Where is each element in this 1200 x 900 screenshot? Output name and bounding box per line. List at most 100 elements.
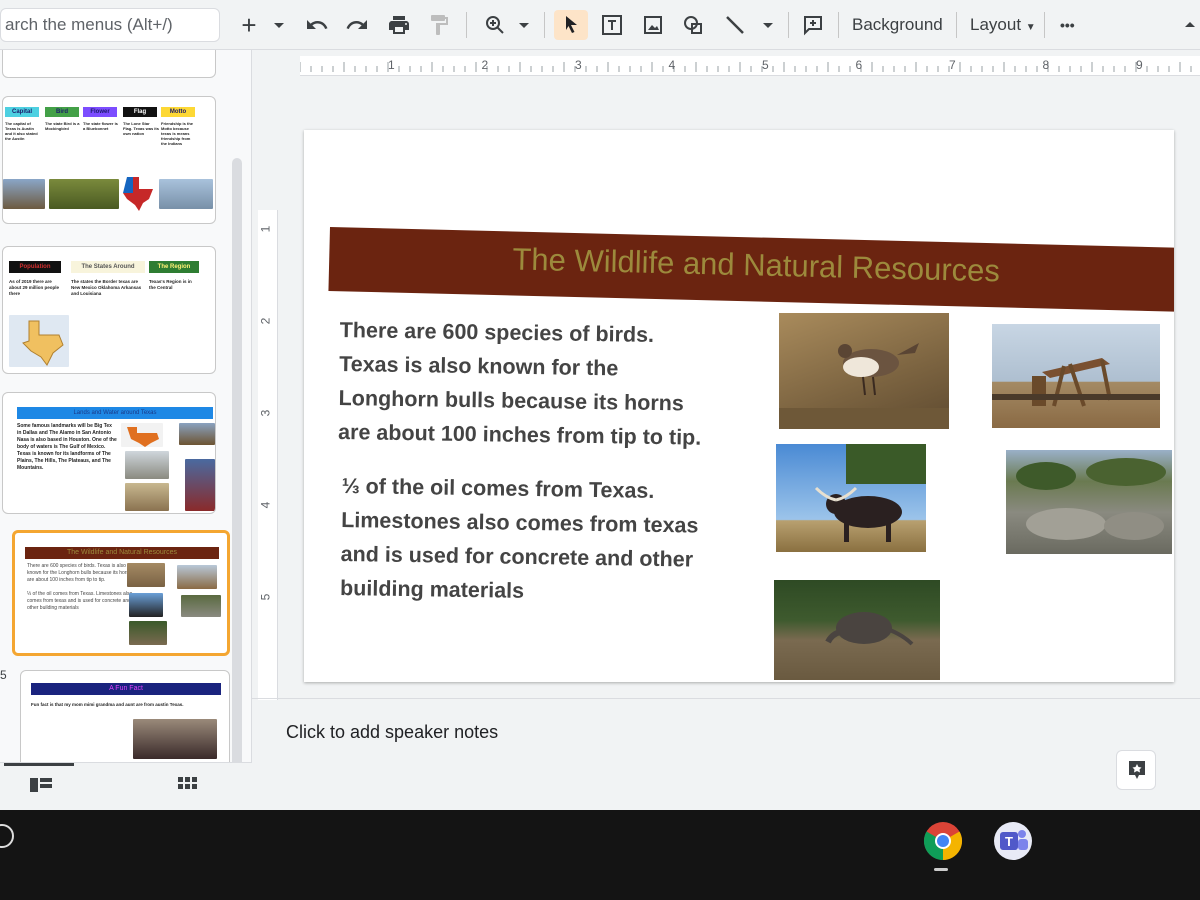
ruler-number: 5 xyxy=(762,58,769,72)
body-text-paragraph-2[interactable]: ⅓ of the oil comes from Texas. Limestone… xyxy=(340,469,772,612)
teams-icon[interactable]: T xyxy=(992,820,1034,862)
mockingbird-image xyxy=(49,179,119,209)
collapse-chevron-up-icon[interactable] xyxy=(1178,10,1200,40)
thumbnail-body: Fun fact is that my mom mimi grandma and… xyxy=(31,702,184,707)
new-slide-button[interactable]: + xyxy=(236,10,262,40)
slide-thumbnail-lands[interactable]: Lands and Water around Texas Some famous… xyxy=(2,392,216,514)
oil-pump-image xyxy=(177,565,217,589)
thumbnail-body: Some famous landmarks will be Big Tex in… xyxy=(17,423,117,471)
family-photo-image xyxy=(133,719,217,759)
friendship-sign-image xyxy=(159,179,213,209)
thumbnail-column-text: The state flower is a Bluebonnet xyxy=(83,121,118,131)
grid-view-icon[interactable] xyxy=(176,775,200,795)
bird-photo[interactable] xyxy=(779,313,949,429)
oil-pump-photo[interactable] xyxy=(992,324,1160,428)
thumbnail-column-text: The Lone Star Flag. Texas was its own na… xyxy=(123,121,159,136)
launcher-icon[interactable] xyxy=(0,824,14,848)
text-box-icon[interactable] xyxy=(596,10,628,40)
search-menus-input[interactable]: arch the menus (Alt+/) xyxy=(0,8,220,42)
thumbnail-title: Lands and Water around Texas xyxy=(17,407,213,419)
thumbnail-header: Population xyxy=(9,261,61,273)
ruler-number: 2 xyxy=(258,317,273,325)
longhorn-image xyxy=(129,593,163,617)
capitol-image xyxy=(3,179,45,209)
paint-format-icon[interactable] xyxy=(424,10,454,40)
ruler-number: 3 xyxy=(258,409,273,417)
slide-filmstrip: Capital Bird Flower Flag Motto The capital o… xyxy=(0,50,252,762)
layout-label: Layout xyxy=(970,15,1022,34)
texas-map-image xyxy=(9,315,69,367)
texas-flag-image xyxy=(121,175,155,211)
nasa-image xyxy=(125,451,169,479)
redo-icon[interactable] xyxy=(342,10,372,40)
ruler-number: 4 xyxy=(668,58,676,72)
thumbnail-body-2: ⅓ of the oil comes from Texas. Limestone… xyxy=(27,591,133,611)
explore-icon[interactable] xyxy=(1116,750,1156,790)
chrome-running-indicator xyxy=(934,868,948,871)
thumbnail-column-text: The capital of Texas is Austin and it al… xyxy=(5,121,38,141)
slide-canvas[interactable]: The Wildlife and Natural Resources There… xyxy=(304,130,1174,682)
landmark-image xyxy=(179,423,215,445)
thumbnail-header-flag: Flag xyxy=(123,107,157,117)
filmstrip-view-toggle xyxy=(0,762,252,810)
toolbar-divider xyxy=(838,12,839,38)
slide-thumbnail-population[interactable]: Population The States Around The Region As… xyxy=(2,246,216,374)
ruler-number: 7 xyxy=(949,58,956,72)
bird-image xyxy=(127,563,165,587)
chrome-icon[interactable] xyxy=(922,820,964,862)
ruler-number: 8 xyxy=(1042,58,1050,72)
select-tool-icon[interactable] xyxy=(554,10,588,40)
slide-thumbnail-symbols[interactable]: Capital Bird Flower Flag Motto The capital o… xyxy=(2,96,216,224)
longhorn-photo[interactable] xyxy=(776,444,926,552)
line-icon[interactable] xyxy=(720,10,750,40)
thumbnail-column-text: Friendship is the Motto because texas is… xyxy=(161,121,194,146)
thumbnail-column-text: Texas's Region is in the Central xyxy=(149,279,192,290)
vertical-ruler[interactable]: 1 2 3 4 5 xyxy=(258,210,278,700)
toolbar-divider xyxy=(1044,12,1045,38)
background-button[interactable]: Background xyxy=(852,10,943,40)
slide-number: 5 xyxy=(0,668,7,682)
shape-icon[interactable] xyxy=(678,10,708,40)
active-view-indicator xyxy=(4,763,74,766)
filmstrip-view-icon[interactable] xyxy=(28,775,54,795)
layout-chevron-icon: ▼ xyxy=(1025,22,1036,33)
google-slides-window: arch the menus (Alt+/) + Background Layo… xyxy=(0,0,1200,810)
ruler-number: 1 xyxy=(258,225,273,233)
ruler-number: 9 xyxy=(1136,58,1143,72)
speaker-notes-input[interactable]: Click to add speaker notes xyxy=(286,722,498,743)
zoom-icon[interactable] xyxy=(480,10,510,40)
layout-button[interactable]: Layout ▼ xyxy=(970,10,1036,40)
filmstrip-scrollbar[interactable] xyxy=(232,158,242,762)
alamo-image xyxy=(125,483,169,511)
line-chevron-icon[interactable] xyxy=(756,10,780,40)
slide-title[interactable]: The Wildlife and Natural Resources xyxy=(329,237,1174,294)
limestone-photo[interactable] xyxy=(1006,450,1172,554)
thumbnail-body-1: There are 600 species of birds. Texas is… xyxy=(27,563,132,583)
thumbnail-column-text: As of 2019 there are about 29 million pe… xyxy=(9,279,60,296)
undo-icon[interactable] xyxy=(302,10,332,40)
horizontal-ruler[interactable]: 1 2 3 4 5 6 7 8 9 xyxy=(300,56,1200,76)
svg-text:T: T xyxy=(1005,834,1013,849)
add-comment-icon[interactable] xyxy=(798,10,828,40)
title-banner[interactable]: The Wildlife and Natural Resources xyxy=(328,227,1174,312)
more-options-button[interactable]: ••• xyxy=(1060,10,1075,40)
big-tex-image xyxy=(185,459,215,511)
new-slide-layout-chevron-icon[interactable] xyxy=(266,10,292,40)
texas-land-map-image xyxy=(121,423,163,447)
ruler-number: 5 xyxy=(258,593,273,601)
armadillo-photo[interactable] xyxy=(774,580,940,680)
notes-divider[interactable] xyxy=(252,698,1200,699)
zoom-chevron-icon[interactable] xyxy=(512,10,536,40)
slide-thumbnail-wildlife-selected[interactable]: The Wildlife and Natural Resources There… xyxy=(12,530,230,656)
print-icon[interactable] xyxy=(384,10,414,40)
insert-image-icon[interactable] xyxy=(638,10,668,40)
slide-thumbnail-partial[interactable] xyxy=(2,50,216,78)
slide-thumbnail-fun-fact[interactable]: A Fun Fact Fun fact is that my mom mimi … xyxy=(20,670,230,762)
thumbnail-column-text: The state Bird is a Mockingbird xyxy=(45,121,80,131)
body-text-paragraph-1[interactable]: There are 600 species of birds. Texas is… xyxy=(338,313,770,456)
toolbar-divider xyxy=(956,12,957,38)
ruler-number: 6 xyxy=(855,58,863,72)
toolbar-divider xyxy=(466,12,467,38)
body-line: building materials xyxy=(339,575,525,603)
limestone-image xyxy=(181,595,221,617)
